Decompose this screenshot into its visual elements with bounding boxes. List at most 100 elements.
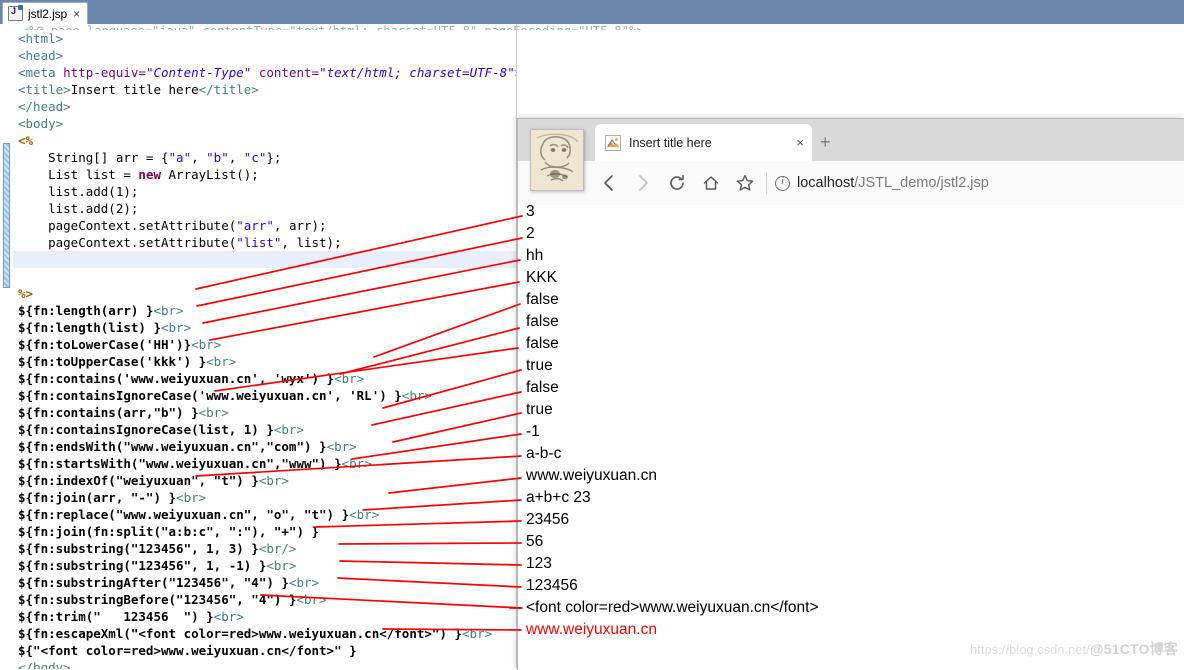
- code-line: ${fn:join(arr, "-") }<br>: [13, 489, 517, 506]
- code-line: list.add(2);: [13, 200, 517, 217]
- code-line: <%: [13, 132, 517, 149]
- url-path: /JSTL_demo/jstl2.jsp: [854, 175, 989, 191]
- code-token: String[] arr = {: [18, 150, 169, 165]
- ide-tab-strip: [0, 0, 1184, 24]
- code-line: ${fn:toUpperCase('kkk') }<br>: [13, 353, 517, 370]
- address-bar[interactable]: localhost/JSTL_demo/jstl2.jsp: [775, 175, 1184, 191]
- avatar-sketch-image: [531, 130, 583, 190]
- code-token: ,: [228, 150, 244, 165]
- code-line: %>: [13, 285, 517, 302]
- code-token: ${"<font color=red>www.weiyuxuan.cn</fon…: [18, 643, 357, 658]
- forward-button[interactable]: [626, 166, 660, 200]
- jsp-output-list: 3 2 hh KKK false false false true false true -1 a-b…: [526, 201, 1176, 641]
- code-token: <br/>: [258, 541, 297, 556]
- code-token: </head>: [18, 99, 71, 114]
- code-line: pageContext.setAttribute("arr", arr);: [13, 217, 517, 234]
- output-line: true: [526, 401, 553, 418]
- code-line: ${fn:substringBefore("123456", "4") }<br…: [13, 591, 517, 608]
- code-token: ${fn:join(arr, "-") }: [18, 490, 177, 505]
- code-token: %>: [18, 286, 34, 301]
- reload-icon[interactable]: [660, 166, 694, 200]
- output-line: www.weiyuxuan.cn: [526, 621, 657, 638]
- code-line: list.add(1);: [13, 183, 517, 200]
- browser-page-content: 3 2 hh KKK false false false true false true -1 a-b…: [518, 203, 1184, 670]
- code-token: ${fn:length(arr) }: [18, 303, 154, 318]
- code-line: ${fn:substring("123456", 1, 3) }<br/>: [13, 540, 517, 557]
- bookmark-star-icon[interactable]: [728, 166, 762, 200]
- url-text: localhost/JSTL_demo/jstl2.jsp: [797, 175, 989, 191]
- avatar: [530, 129, 584, 191]
- code-line: </head>: [13, 98, 517, 115]
- code-token: <br>: [198, 405, 229, 420]
- code-token: ArrayList();: [161, 167, 259, 182]
- code-line: ${"<font color=red>www.weiyuxuan.cn</fon…: [13, 642, 517, 659]
- code-line: <body>: [13, 115, 517, 132]
- output-line: false: [526, 335, 559, 352]
- code-token: ${fn:escapeXml("<font color=red>www.weiy…: [18, 626, 463, 641]
- ide-tab-label: jstl2.jsp: [28, 6, 68, 21]
- code-token: , arr);: [273, 218, 327, 233]
- output-line: 123: [526, 555, 552, 572]
- output-line: true: [526, 357, 553, 374]
- code-line: <head>: [13, 47, 517, 64]
- code-token: ${fn:replace("www.weiyuxuan.cn", "o", "t…: [18, 507, 350, 522]
- page-favicon-icon: [605, 134, 621, 151]
- code-token: ${fn:toUpperCase('kkk') }: [18, 354, 207, 369]
- watermark-handle: @51CTO博客: [1089, 641, 1178, 657]
- site-info-icon[interactable]: [775, 175, 790, 191]
- output-line: false: [526, 313, 559, 330]
- code-line: ${fn:indexOf("weiyuxuan", "t") }<br>: [13, 472, 517, 489]
- browser-toolbar: localhost/JSTL_demo/jstl2.jsp: [518, 161, 1184, 206]
- code-token: ${fn:containsIgnoreCase(list, 1) }: [18, 422, 274, 437]
- code-token: list.add(2);: [18, 201, 139, 216]
- back-button[interactable]: [592, 166, 626, 200]
- code-line: ${fn:containsIgnoreCase('www.weiyuxuan.c…: [13, 387, 517, 404]
- code-editor-content[interactable]: <html> <head> <meta http-equiv="Content-Ty…: [13, 30, 517, 669]
- browser-tab[interactable]: Insert title here ×: [595, 124, 812, 161]
- code-token: <title>: [18, 82, 71, 97]
- output-line: 3: [526, 203, 535, 220]
- code-line: <meta http-equiv="Content-Type" content=…: [13, 64, 517, 81]
- code-token: <br>: [206, 354, 237, 369]
- code-token: <br>: [191, 337, 222, 352]
- browser-window: Insert title here × + localhost/JSTL_dem…: [517, 118, 1184, 670]
- code-token: <%: [18, 133, 34, 148]
- code-token: ${fn:startsWith("www.weiyuxuan.cn","www"…: [18, 456, 342, 471]
- ide-editor-tab-jstl2-jsp[interactable]: jstl2.jsp ×: [2, 2, 89, 24]
- code-token: ,: [191, 150, 207, 165]
- editor-gutter[interactable]: [0, 30, 14, 669]
- code-token: <html>: [18, 31, 64, 46]
- code-token: ${fn:contains('www.weiyuxuan.cn', 'wyx')…: [18, 371, 335, 386]
- output-line: KKK: [526, 269, 558, 286]
- browser-tab-title: Insert title here: [629, 135, 712, 150]
- code-token: ${fn:substringAfter("123456", "4") }: [18, 575, 289, 590]
- code-token: List list =: [18, 167, 139, 182]
- home-icon[interactable]: [694, 166, 728, 200]
- output-line: false: [526, 291, 559, 308]
- close-icon[interactable]: ×: [796, 136, 804, 149]
- code-token: <br>: [273, 422, 304, 437]
- output-line: www.weiyuxuan.cn: [526, 467, 657, 484]
- code-token: <body>: [18, 116, 64, 131]
- output-line: -1: [526, 423, 540, 440]
- code-line: ${fn:escapeXml("<font color=red>www.weiy…: [13, 625, 517, 642]
- code-line: [13, 251, 517, 268]
- code-token: pageContext.setAttribute(: [18, 218, 237, 233]
- code-token: "text/html; charset=UTF-8": [319, 65, 515, 80]
- code-line: </body>: [13, 659, 517, 669]
- code-token: ${fn:indexOf("weiyuxuan", "t") }: [18, 473, 259, 488]
- code-token: <br>: [341, 456, 372, 471]
- close-icon[interactable]: ×: [72, 8, 81, 20]
- code-token: "b": [206, 150, 229, 165]
- jsp-file-icon: [8, 5, 23, 21]
- toolbar-divider: [766, 172, 767, 194]
- code-token: <br>: [334, 371, 365, 386]
- new-tab-button[interactable]: +: [820, 133, 831, 151]
- output-line: 23456: [526, 511, 570, 528]
- code-token: "arr": [236, 218, 274, 233]
- code-token: <br>: [258, 473, 289, 488]
- code-token: <br>: [161, 320, 192, 335]
- code-token: </body>: [18, 660, 71, 669]
- code-token: ${fn:endsWith("www.weiyuxuan.cn","com") …: [18, 439, 327, 454]
